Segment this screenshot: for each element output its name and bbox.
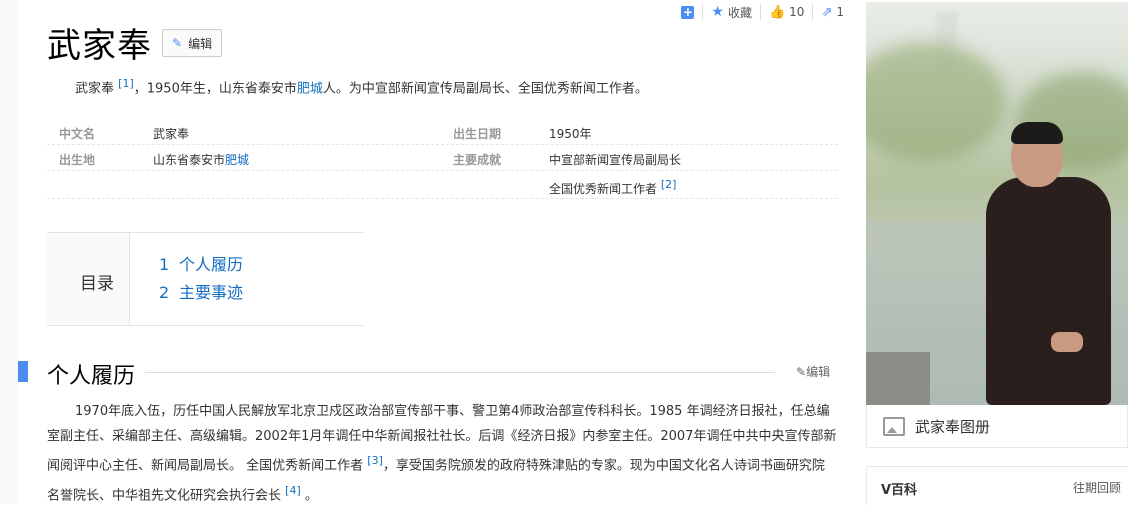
vbaike-history-link[interactable]: 往期回顾 — [1073, 479, 1121, 496]
achievement-1: 中宣部新闻宣传局副局长 — [549, 153, 682, 167]
section-divider — [145, 372, 775, 373]
city-link[interactable]: 肥城 — [297, 81, 323, 96]
star-icon: ★ — [711, 4, 724, 20]
photo-person-coat — [986, 177, 1111, 405]
plus-icon: + — [681, 4, 695, 19]
page-title: 武家奉 — [47, 26, 152, 66]
album-link[interactable]: 武家奉图册 — [866, 405, 1128, 448]
share-icon: ⇗ — [821, 4, 833, 20]
toc-item-number: 1 — [159, 255, 170, 274]
section-marker — [18, 361, 28, 382]
sidebar: 武家奉图册 — [866, 2, 1128, 448]
birthplace-value: 山东省泰安市肥城 — [153, 151, 249, 168]
chinese-name-label: 中文名 — [59, 127, 96, 141]
infobox-row: 中文名 武家奉 出生日期 1950年 — [47, 119, 838, 145]
like-count: 10 — [789, 5, 805, 19]
left-gutter — [0, 0, 18, 504]
album-label: 武家奉图册 — [915, 417, 991, 436]
portrait-photo[interactable] — [866, 2, 1128, 405]
photo-wall — [866, 352, 930, 405]
action-toolbar: + ★ 收藏 👍 10 ⇗ 1 — [673, 2, 852, 22]
reference-2[interactable]: [2] — [661, 178, 677, 191]
toc-item-number: 2 — [159, 283, 170, 302]
section-paragraph: 1970年底入伍，历任中国人民解放军北京卫戍区政治部宣传部干事、警卫第4师政治部… — [47, 400, 837, 509]
photo-person-hands — [1051, 332, 1083, 352]
reference-4[interactable]: [4] — [285, 484, 301, 497]
birthplace-prefix: 山东省泰安市 — [153, 153, 226, 167]
chinese-name-value: 武家奉 — [153, 127, 190, 141]
birth-date-label: 出生日期 — [453, 127, 502, 141]
summary-text-a: ，1950年生，山东省泰安市 — [133, 81, 297, 97]
achievement-2-wrap: 全国优秀新闻工作者 [2] — [549, 178, 676, 197]
vbaike-title: V百科 — [881, 483, 918, 498]
infobox-row: 全国优秀新闻工作者 [2] — [47, 171, 838, 199]
para-text-c: 。 — [300, 488, 318, 504]
edit-label: 编辑 — [188, 36, 213, 51]
add-button[interactable]: + — [673, 4, 702, 20]
toc-items: 1 个人履历 2 主要事迹 — [159, 251, 243, 307]
reference-1[interactable]: [1] — [118, 77, 134, 90]
pencil-icon: ✎ — [172, 36, 183, 50]
toc-item[interactable]: 2 主要事迹 — [159, 279, 243, 307]
reference-3[interactable]: [3] — [367, 454, 383, 467]
photo-person-hair — [1011, 122, 1063, 144]
main-content: + ★ 收藏 👍 10 ⇗ 1 武家奉 ✎ 编辑 武家奉 [1]，1950年生，… — [0, 0, 858, 504]
toc-item-label: 个人履历 — [179, 255, 244, 274]
collect-label: 收藏 — [727, 5, 752, 20]
summary-name: 武家奉 — [75, 81, 115, 97]
achievement-2: 全国优秀新闻工作者 — [549, 182, 658, 196]
collect-button[interactable]: ★ 收藏 — [702, 4, 760, 20]
infobox-row: 出生地 山东省泰安市肥城 主要成就 中宣部新闻宣传局副局长 — [47, 145, 838, 171]
photo-background — [866, 42, 1006, 162]
summary-text-b: 人。为中宣部新闻宣传局副局长、全国优秀新闻工作者。 — [322, 81, 648, 97]
toc-item-label: 主要事迹 — [179, 283, 244, 302]
table-of-contents: 目录 1 个人履历 2 主要事迹 — [47, 232, 364, 326]
achievement-label: 主要成就 — [453, 153, 502, 167]
pencil-icon: ✎ — [796, 365, 807, 379]
birthplace-label: 出生地 — [59, 153, 96, 167]
image-icon — [883, 416, 905, 436]
birth-date-value: 1950年 — [549, 127, 592, 141]
section-edit-button[interactable]: ✎编辑 — [796, 363, 830, 380]
share-count: 1 — [836, 5, 844, 19]
birthplace-link[interactable]: 肥城 — [225, 153, 249, 167]
thumbs-up-icon: 👍 — [768, 4, 786, 20]
vbaike-panel: V百科 往期回顾 — [866, 466, 1128, 505]
section-edit-label: 编辑 — [806, 365, 831, 379]
summary-paragraph: 武家奉 [1]，1950年生，山东省泰安市肥城人。为中宣部新闻宣传局副局长、全国… — [75, 77, 648, 96]
section-title: 个人履历 — [47, 364, 136, 389]
infobox: 中文名 武家奉 出生日期 1950年 出生地 山东省泰安市肥城 主要成就 中宣部… — [47, 119, 838, 199]
like-button[interactable]: 👍 10 — [759, 4, 812, 20]
toc-item[interactable]: 1 个人履历 — [159, 251, 243, 279]
edit-button[interactable]: ✎ 编辑 — [162, 29, 223, 57]
toc-header: 目录 — [47, 233, 130, 325]
toc-title: 目录 — [80, 274, 114, 294]
share-button[interactable]: ⇗ 1 — [812, 4, 852, 20]
